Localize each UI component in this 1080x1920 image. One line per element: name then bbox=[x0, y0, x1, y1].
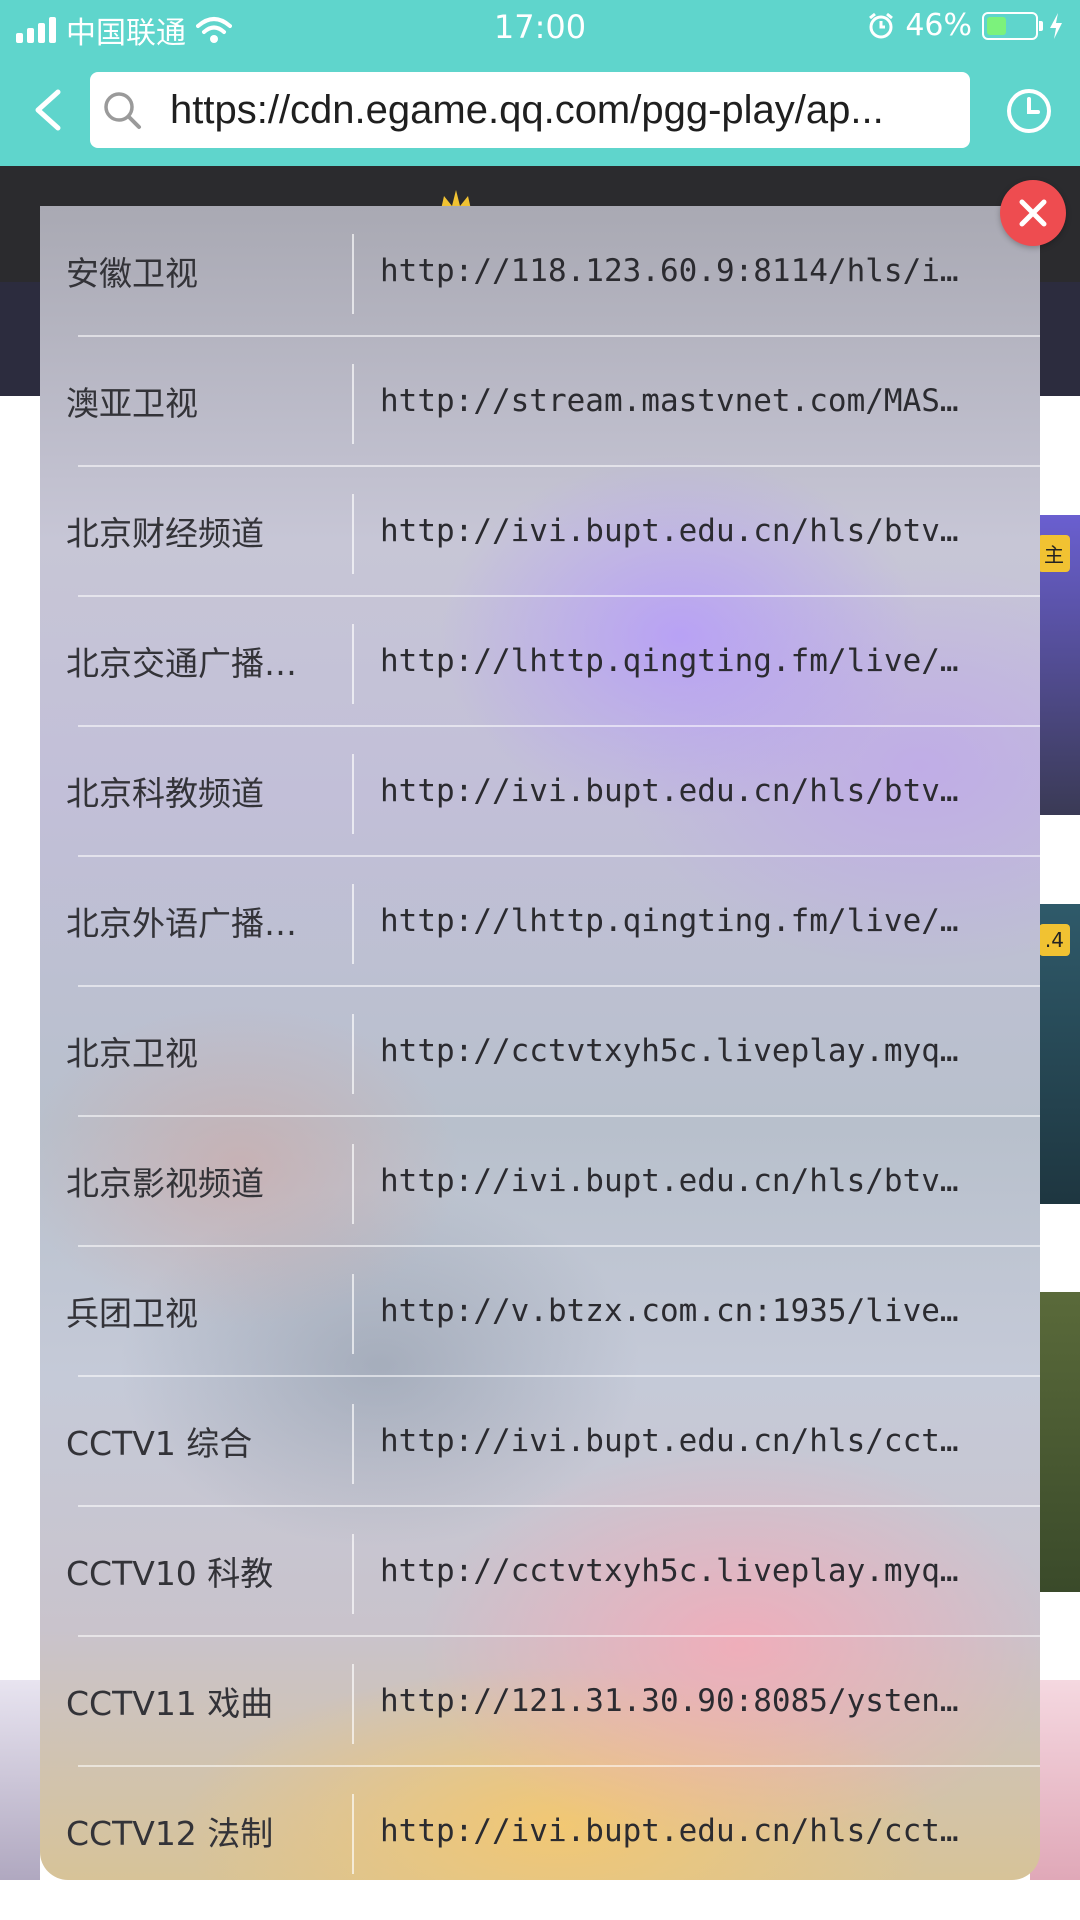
bg-card[interactable] bbox=[0, 904, 40, 1204]
channel-url[interactable]: http://121.31.30.90:8085/ysten… bbox=[380, 1636, 1020, 1766]
close-button[interactable] bbox=[1000, 180, 1066, 246]
address-bar[interactable]: https://cdn.egame.qq.com/pgg-play/ap... bbox=[90, 72, 970, 148]
channel-row[interactable]: 北京卫视 http://cctvtxyh5c.liveplay.myq… bbox=[40, 986, 1040, 1116]
channel-row[interactable]: 北京外语广播… http://lhttp.qingting.fm/live/… bbox=[40, 856, 1040, 986]
channel-url[interactable]: http://ivi.bupt.edu.cn/hls/btv… bbox=[380, 466, 1020, 596]
channel-url[interactable]: http://lhttp.qingting.fm/live/… bbox=[380, 596, 1020, 726]
history-icon bbox=[1007, 89, 1051, 133]
battery-percent: 46% bbox=[905, 8, 972, 43]
back-button[interactable] bbox=[24, 82, 74, 138]
channel-name: 北京财经频道 bbox=[66, 514, 264, 553]
bg-card[interactable] bbox=[0, 1680, 40, 1880]
battery-level-fill bbox=[987, 16, 1006, 35]
alarm-icon bbox=[869, 12, 894, 38]
channel-row[interactable]: 北京财经频道 http://ivi.bupt.edu.cn/hls/btv… bbox=[40, 466, 1040, 596]
channel-name: 北京科教频道 bbox=[66, 774, 264, 813]
channel-url[interactable]: http://ivi.bupt.edu.cn/hls/btv… bbox=[380, 726, 1020, 856]
channel-row[interactable]: 北京影视频道 http://ivi.bupt.edu.cn/hls/btv… bbox=[40, 1116, 1040, 1246]
channel-name: 北京卫视 bbox=[66, 1034, 198, 1073]
bg-card[interactable] bbox=[0, 1292, 40, 1592]
search-icon bbox=[104, 92, 141, 129]
bg-card[interactable] bbox=[0, 515, 40, 815]
channel-name: CCTV10 科教 bbox=[66, 1554, 274, 1593]
wifi-icon bbox=[196, 17, 232, 43]
channel-name: CCTV12 法制 bbox=[66, 1814, 274, 1853]
column-divider bbox=[352, 624, 354, 704]
channel-name: 北京影视频道 bbox=[66, 1164, 264, 1203]
status-bar: 中国联通 17:00 46% bbox=[0, 0, 1080, 56]
channel-name: CCTV11 戏曲 bbox=[66, 1684, 274, 1723]
column-divider bbox=[352, 1144, 354, 1224]
column-divider bbox=[352, 1014, 354, 1094]
back-icon bbox=[35, 89, 61, 131]
status-right: 46% bbox=[867, 8, 1064, 43]
channel-list-modal: 安徽卫视 http://118.123.60.9:8114/hls/i… 澳亚卫视 h… bbox=[40, 206, 1040, 1880]
channel-url[interactable]: http://stream.mastvnet.com/MAS… bbox=[380, 336, 1020, 466]
status-left: 中国联通 bbox=[16, 8, 232, 52]
channel-url[interactable]: http://lhttp.qingting.fm/live/… bbox=[380, 856, 1020, 986]
signal-icon bbox=[16, 17, 56, 43]
column-divider bbox=[352, 1794, 354, 1874]
channel-url[interactable]: http://cctvtxyh5c.liveplay.myq… bbox=[380, 1506, 1020, 1636]
column-divider bbox=[352, 884, 354, 964]
channel-row[interactable]: 澳亚卫视 http://stream.mastvnet.com/MAS… bbox=[40, 336, 1040, 466]
column-divider bbox=[352, 234, 354, 314]
channel-row[interactable]: CCTV11 戏曲 http://121.31.30.90:8085/ysten… bbox=[40, 1636, 1040, 1766]
url-text[interactable]: https://cdn.egame.qq.com/pgg-play/ap... bbox=[170, 88, 950, 133]
channel-row[interactable]: CCTV10 科教 http://cctvtxyh5c.liveplay.myq… bbox=[40, 1506, 1040, 1636]
channel-row[interactable]: 兵团卫视 http://v.btzx.com.cn:1935/live… bbox=[40, 1246, 1040, 1376]
column-divider bbox=[352, 494, 354, 574]
channel-row[interactable]: 安徽卫视 http://118.123.60.9:8114/hls/i… bbox=[40, 206, 1040, 336]
card-badge: 主 bbox=[1038, 535, 1070, 572]
channel-row[interactable]: CCTV12 法制 http://ivi.bupt.edu.cn/hls/cct… bbox=[40, 1766, 1040, 1880]
channel-url[interactable]: http://ivi.bupt.edu.cn/hls/cct… bbox=[380, 1766, 1020, 1880]
battery-icon bbox=[982, 11, 1043, 40]
carrier-label: 中国联通 bbox=[66, 16, 186, 51]
channel-name: CCTV1 综合 bbox=[66, 1424, 253, 1463]
browser-toolbar: https://cdn.egame.qq.com/pgg-play/ap... bbox=[0, 56, 1080, 166]
channel-row[interactable]: CCTV1 综合 http://ivi.bupt.edu.cn/hls/cct… bbox=[40, 1376, 1040, 1506]
channel-name: 北京外语广播… bbox=[66, 904, 297, 943]
channel-row[interactable]: 北京交通广播… http://lhttp.qingting.fm/live/… bbox=[40, 596, 1040, 726]
card-badge: .4 bbox=[1038, 924, 1070, 956]
channel-row[interactable]: 北京科教频道 http://ivi.bupt.edu.cn/hls/btv… bbox=[40, 726, 1040, 856]
column-divider bbox=[352, 754, 354, 834]
channel-url[interactable]: http://ivi.bupt.edu.cn/hls/btv… bbox=[380, 1116, 1020, 1246]
charging-icon bbox=[1050, 12, 1062, 39]
channel-name: 澳亚卫视 bbox=[66, 384, 198, 423]
history-button[interactable] bbox=[1004, 86, 1054, 136]
channel-url[interactable]: http://ivi.bupt.edu.cn/hls/cct… bbox=[380, 1376, 1020, 1506]
column-divider bbox=[352, 1534, 354, 1614]
channel-url[interactable]: http://118.123.60.9:8114/hls/i… bbox=[380, 206, 1020, 336]
channel-name: 北京交通广播… bbox=[66, 644, 297, 683]
channel-url[interactable]: http://v.btzx.com.cn:1935/live… bbox=[380, 1246, 1020, 1376]
close-icon bbox=[1019, 199, 1047, 227]
column-divider bbox=[352, 1274, 354, 1354]
channel-name: 兵团卫视 bbox=[66, 1294, 198, 1333]
column-divider bbox=[352, 1664, 354, 1744]
channel-name: 安徽卫视 bbox=[66, 254, 198, 293]
channel-url[interactable]: http://cctvtxyh5c.liveplay.myq… bbox=[380, 986, 1020, 1116]
column-divider bbox=[352, 364, 354, 444]
column-divider bbox=[352, 1404, 354, 1484]
